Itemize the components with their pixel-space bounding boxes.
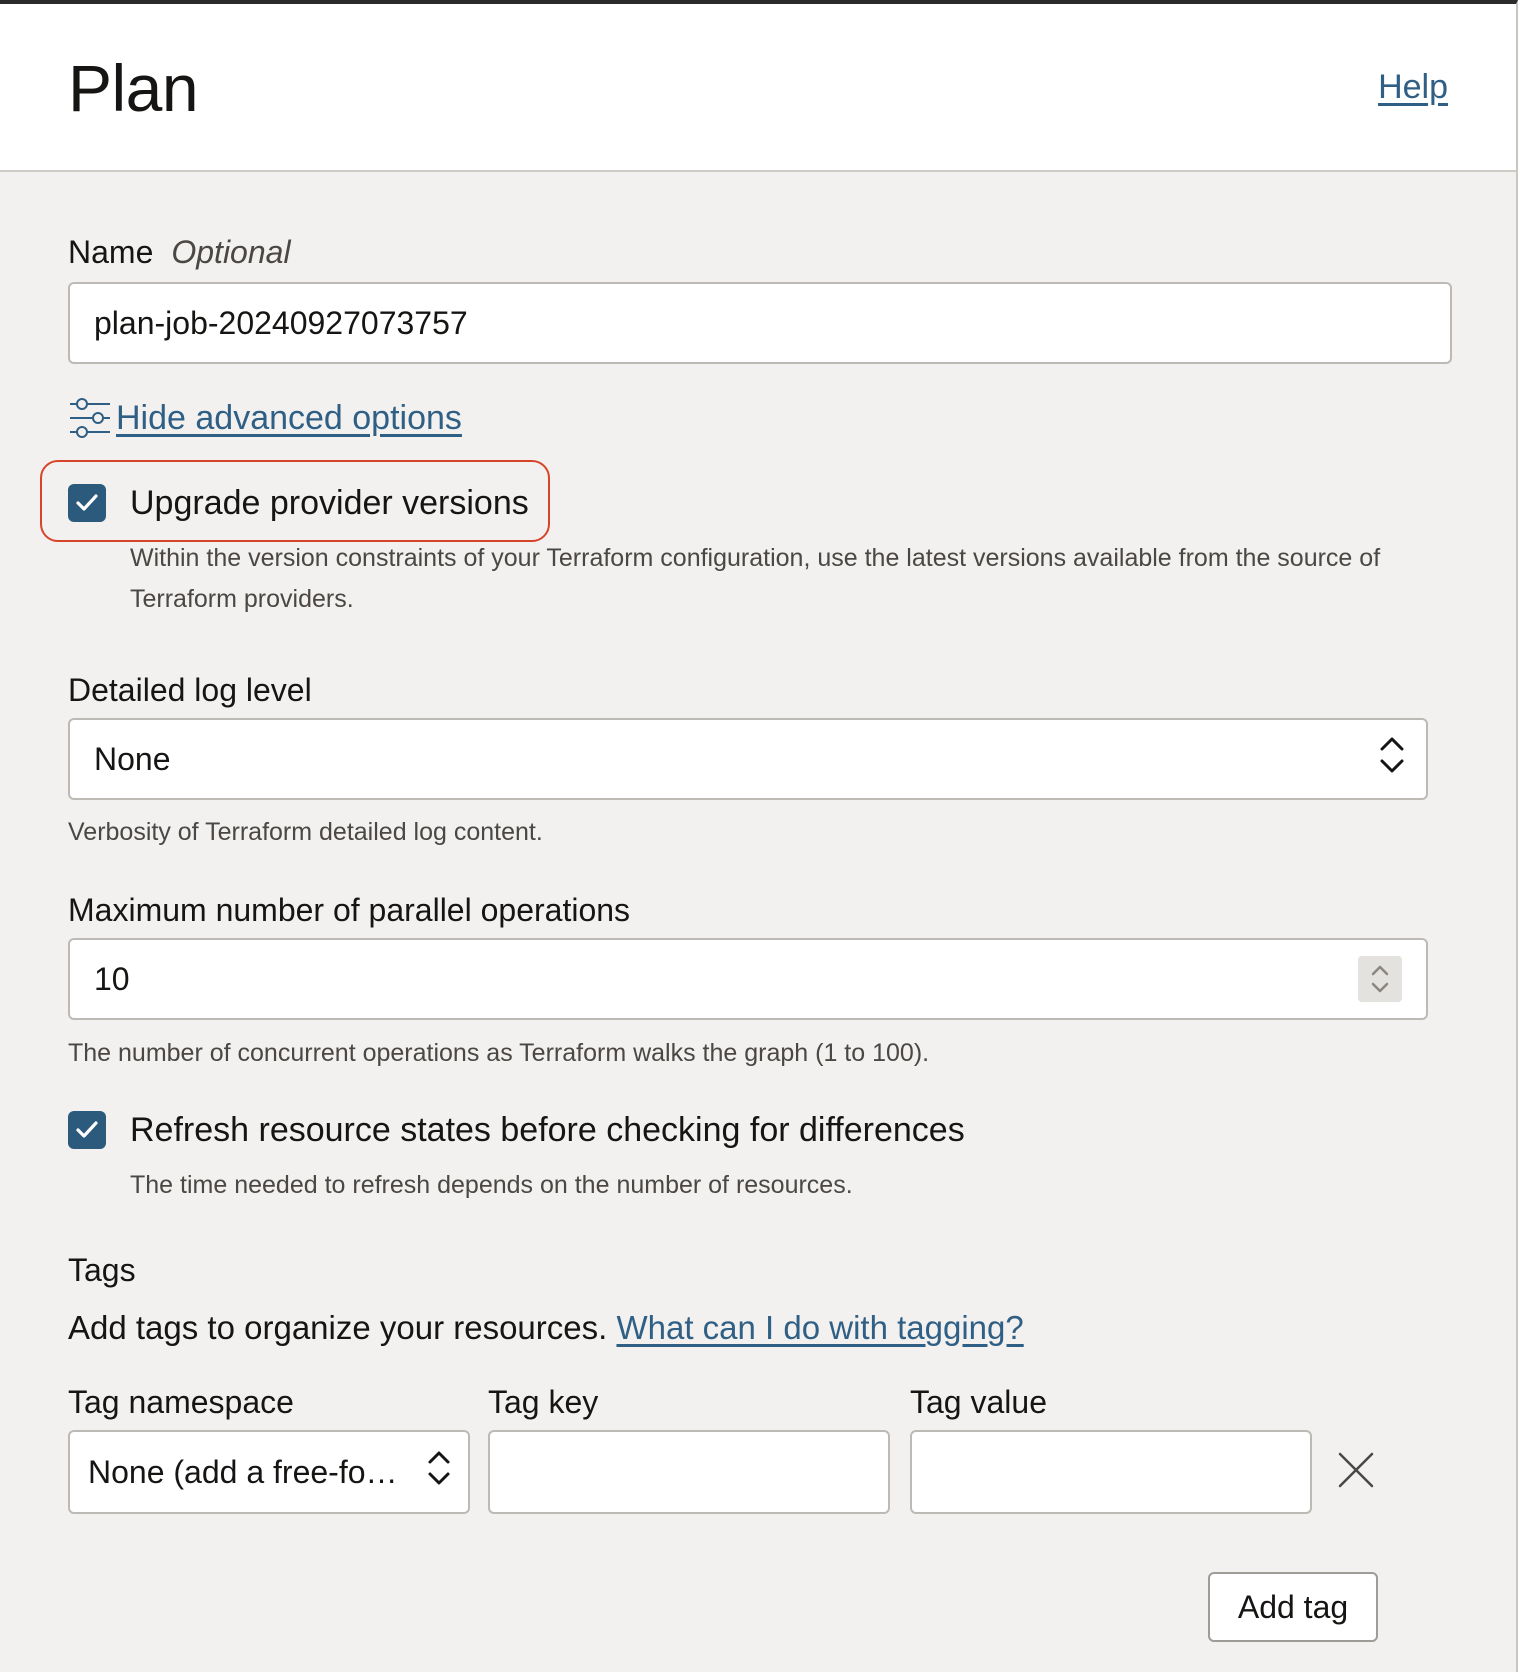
tags-description-row: Add tags to organize your resources. Wha… [68, 1308, 1024, 1348]
log-level-label: Detailed log level [68, 672, 312, 708]
tag-key-input[interactable] [488, 1430, 890, 1514]
name-input[interactable]: plan-job-20240927073757 [68, 282, 1452, 364]
plan-panel: Plan Help Name Optional plan-job-20240927… [0, 0, 1518, 1672]
upgrade-provider-checkbox[interactable] [68, 484, 106, 522]
name-label-text: Name [68, 234, 154, 270]
stepper-arrows-icon [1371, 965, 1389, 993]
log-level-selected: None [94, 740, 171, 777]
remove-tag-close-icon[interactable] [1336, 1450, 1376, 1490]
chevron-updown-icon [426, 1448, 452, 1496]
parallelism-value: 10 [94, 960, 130, 997]
parallelism-label: Maximum number of parallel operations [68, 892, 631, 928]
refresh-states-label[interactable]: Refresh resource states before checking … [130, 1110, 965, 1150]
name-field-label: Name Optional [68, 232, 291, 272]
upgrade-provider-help: Within the version constraints of your T… [130, 544, 1381, 613]
panel-header: Plan Help [0, 4, 1516, 172]
refresh-states-checkbox[interactable] [68, 1111, 106, 1149]
parallelism-help: The number of concurrent operations as T… [68, 1039, 930, 1067]
hide-advanced-options-label: Hide advanced options [116, 398, 462, 437]
page-title: Plan [68, 51, 199, 125]
log-level-help: Verbosity of Terraform detailed log cont… [68, 818, 543, 846]
add-tag-button[interactable]: Add tag [1208, 1572, 1378, 1642]
checkmark-icon [76, 1121, 98, 1138]
tag-namespace-label: Tag namespace [68, 1384, 294, 1420]
hide-advanced-options-link[interactable]: Hide advanced options [68, 396, 462, 440]
tags-heading: Tags [68, 1252, 136, 1288]
name-input-value: plan-job-20240927073757 [94, 304, 468, 341]
number-stepper[interactable] [1358, 956, 1402, 1002]
tag-value-input[interactable] [910, 1430, 1312, 1514]
tagging-help-link[interactable]: What can I do with tagging? [616, 1309, 1023, 1346]
log-level-select[interactable]: None [68, 718, 1428, 800]
upgrade-provider-label[interactable]: Upgrade provider versions [130, 483, 529, 523]
optional-label: Optional [171, 234, 291, 270]
chevron-updown-icon [1378, 735, 1406, 783]
tags-description: Add tags to organize your resources. [68, 1309, 608, 1346]
parallelism-input[interactable]: 10 [68, 938, 1428, 1020]
sliders-icon [68, 396, 112, 440]
checkmark-icon [76, 494, 98, 511]
tag-namespace-select[interactable]: None (add a free-fo… [68, 1430, 470, 1514]
refresh-states-help: The time needed to refresh depends on th… [130, 1171, 853, 1199]
help-link[interactable]: Help [1378, 68, 1448, 107]
tag-namespace-selected: None (add a free-fo… [88, 1453, 398, 1490]
tag-key-label: Tag key [488, 1384, 599, 1420]
tag-value-label: Tag value [910, 1384, 1047, 1420]
